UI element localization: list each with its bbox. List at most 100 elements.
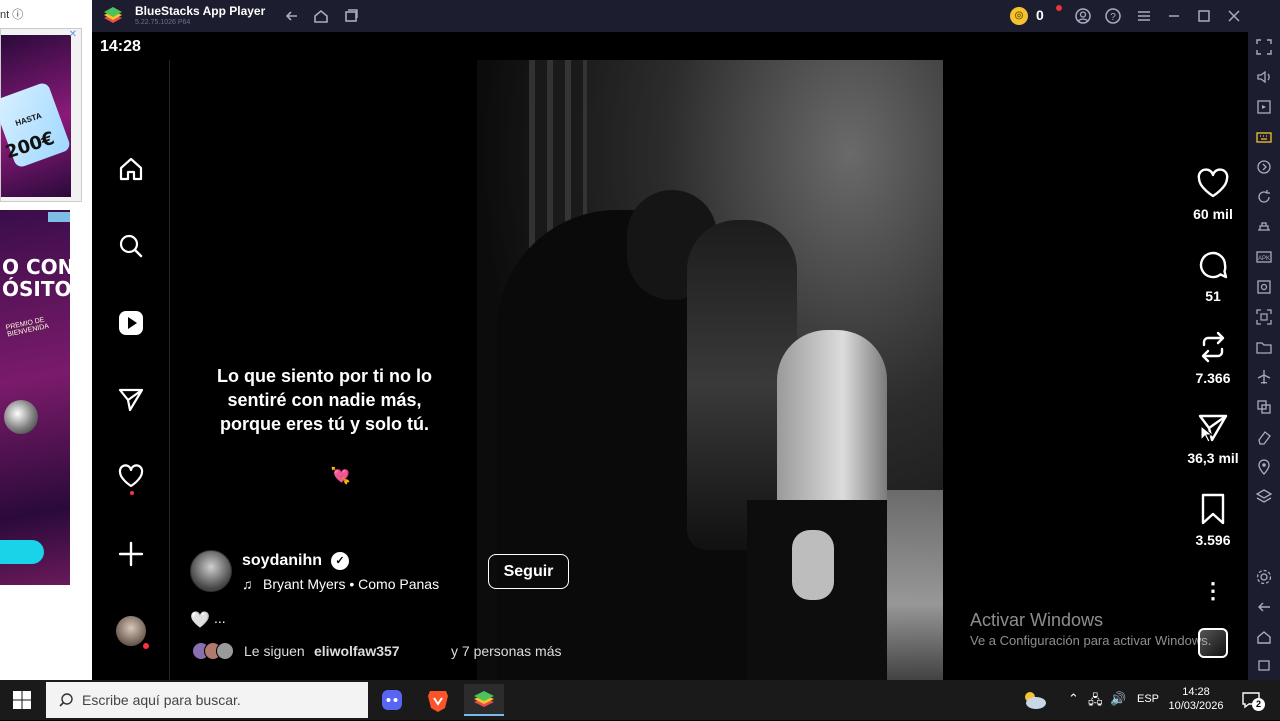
author-avatar[interactable] [190,550,232,592]
verified-badge-icon: ✓ [331,552,349,570]
profile-avatar[interactable] [116,616,146,646]
media-icon[interactable] [1255,98,1273,116]
instagram-nav-rail [92,60,170,680]
taskbar-bluestacks[interactable] [464,684,504,716]
folder-icon[interactable] [1255,338,1273,356]
caption-heart-emoji: 💘 [330,468,351,485]
layers-icon[interactable] [1255,488,1273,506]
share-count: 36,3 mil [1187,450,1239,466]
location-icon[interactable] [1255,458,1273,476]
ad-close-icon[interactable]: ✕ [69,29,77,40]
home-icon[interactable] [116,154,146,184]
ad-banner-bottom[interactable]: O CON ÓSITO! PREMIO DE BIENVENIDA [0,210,81,585]
notification-dot [130,491,134,495]
menu-icon[interactable] [1134,6,1154,26]
ad-ball-graphic [4,400,38,434]
ad-banner-top[interactable]: HASTA 200€ ✕ [0,28,82,202]
comment-count: 51 [1205,288,1221,304]
like-count: 60 mil [1193,206,1233,222]
notification-count: 2 [1252,698,1265,711]
coin-icon[interactable]: ◎ [1010,7,1028,25]
taskbar-search-box[interactable]: Escribe aquí para buscar. [46,682,368,718]
reels-icon[interactable] [116,308,146,338]
home-icon[interactable] [311,6,331,26]
tray-expand-icon[interactable]: ⌃ [1068,691,1079,707]
like-action[interactable]: 60 mil [1193,168,1233,222]
repost-action[interactable]: 7.366 [1193,330,1233,386]
fullscreen-icon[interactable] [1255,38,1273,56]
caption-line: porque eres tú y solo tú. [219,414,430,434]
recent-apps-icon[interactable] [341,6,361,26]
author-username[interactable]: soydanihn [242,552,322,570]
heart-icon[interactable] [1196,168,1230,200]
create-icon[interactable] [116,539,146,569]
rotate-icon[interactable] [1255,188,1273,206]
action-center-button[interactable]: 2 [1240,688,1265,712]
comment-action[interactable]: 51 [1193,248,1233,304]
followers-avatar-stack [192,642,236,660]
video-hand [792,530,834,600]
input-language[interactable]: ESP [1137,693,1159,705]
clock-time: 14:28 [1182,686,1210,698]
close-icon[interactable] [1224,6,1244,26]
comment-icon[interactable] [1196,248,1230,282]
account-icon[interactable] [1073,6,1093,26]
help-icon[interactable]: ? [1103,6,1123,26]
svg-text:APK: APK [1258,256,1270,262]
bookmark-icon[interactable] [1196,492,1230,526]
notifications-icon[interactable] [116,461,146,491]
keyboard-icon[interactable] [1255,128,1273,146]
emulator-title: BlueStacks App Player [135,4,266,18]
activate-windows-title: Activar Windows [970,610,1104,630]
ad-choices-icon[interactable] [48,212,70,222]
screenshot-icon[interactable] [1255,278,1273,296]
volume-icon[interactable] [1255,68,1273,86]
more-options-button[interactable]: ⋮ [1198,576,1228,606]
brave-icon [428,691,448,712]
save-count: 3.596 [1195,532,1231,548]
ad-label: nt ⓘ [0,9,24,21]
followers-username[interactable]: eliwolfaw357 [314,643,400,659]
minimize-icon[interactable] [1164,6,1184,26]
multi-instance-icon[interactable] [1255,398,1273,416]
search-icon [59,693,73,707]
volume-icon[interactable]: 🔊 [1110,691,1126,707]
svg-text:?: ? [1110,12,1116,23]
coin-count: 0 [1036,7,1044,23]
windows-taskbar: Escribe aquí para buscar. ⌃ 🖧 🔊 ESP 14:2… [0,680,1280,720]
activate-windows-subtitle: Ve a Configuración para activar Windows. [970,633,1212,648]
network-icon[interactable]: 🖧 [1088,691,1103,713]
caption-line: Lo que siento por ti no lo [217,366,432,386]
messages-icon[interactable] [116,385,146,415]
windows-start-icon[interactable] [12,690,32,710]
taskbar-discord[interactable] [372,684,412,716]
profile-notification-dot [142,642,150,650]
follow-button[interactable]: Seguir [488,554,569,589]
save-action[interactable]: 3.596 [1193,492,1233,548]
macro-icon[interactable] [1255,158,1273,176]
status-clock: 14:28 [100,38,141,55]
bluestacks-logo-icon [104,7,122,23]
android-back-icon[interactable] [1255,598,1273,616]
android-home-icon[interactable] [1255,628,1273,646]
back-arrow-icon[interactable] [282,6,302,26]
taskbar-clock[interactable]: 14:28 10/03/2026 [1168,685,1224,713]
eco-mode-icon[interactable] [1255,218,1273,236]
clock-date: 10/03/2026 [1168,700,1224,712]
share-action[interactable]: 36,3 mil [1187,412,1239,466]
liked-ellipsis[interactable]: ... [214,610,226,626]
weather-icon[interactable] [1020,689,1048,711]
android-recents-icon[interactable] [1255,656,1273,674]
taskbar-brave[interactable] [418,684,458,716]
maximize-icon[interactable] [1194,6,1214,26]
record-screen-icon[interactable] [1255,308,1273,326]
airplane-icon[interactable] [1255,368,1273,386]
apk-icon[interactable]: APK [1255,248,1273,266]
ad-cta-button[interactable] [0,540,44,564]
search-icon[interactable] [116,231,146,261]
repost-icon[interactable] [1196,330,1230,364]
emulator-version: 5.22.75.1026 P64 [135,19,191,26]
settings-icon[interactable] [1255,568,1273,586]
reel-audio-label[interactable]: Bryant Myers • Como Panas [263,576,439,592]
erase-icon[interactable] [1255,428,1273,446]
